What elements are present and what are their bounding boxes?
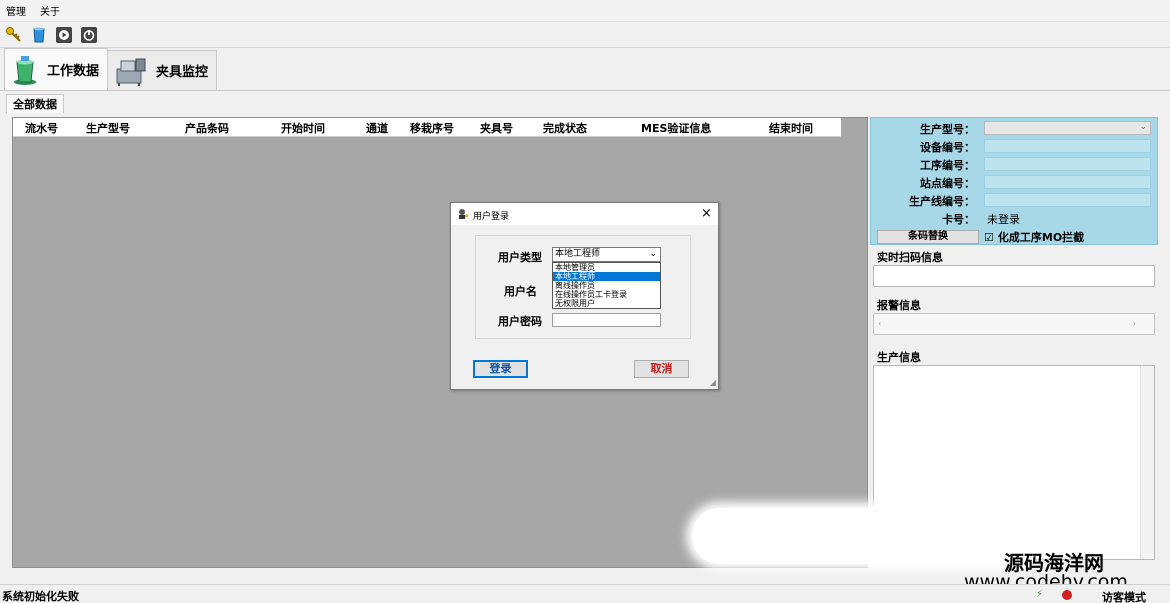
card-value: 未登录 xyxy=(987,213,1020,226)
scan-info-field[interactable] xyxy=(873,265,1155,287)
password-label: 用户密码 xyxy=(498,315,542,328)
info-row-model: 生产型号： ⌄ xyxy=(871,120,1159,137)
tab-all-data[interactable]: 全部数据 xyxy=(6,94,64,113)
right-panel: 生产型号： ⌄ 设备编号： 工序编号： 站点编号： 生产线编号： 卡号： 未登录… xyxy=(870,117,1158,568)
main-tab-strip: 工作数据 夹具监控 xyxy=(0,48,1170,91)
close-icon[interactable]: × xyxy=(701,206,712,221)
cancel-button[interactable]: 取消 xyxy=(634,360,689,378)
tab-fixture-monitor[interactable]: 夹具监控 xyxy=(107,50,218,90)
login-dialog: 用户登录 × 用户类型 本地工程师 ⌄ 本地管理员 本地工程师 离线操作员 在线… xyxy=(450,202,719,390)
redaction-blob xyxy=(692,508,1042,564)
line-field[interactable] xyxy=(984,193,1151,207)
status-bar: 系统初始化失败 ⚡ 访客模式 xyxy=(0,584,1170,603)
dropdown-option-selected[interactable]: 本地工程师 xyxy=(553,272,660,281)
scan-section-title: 实时扫码信息 xyxy=(877,251,943,264)
production-section-title: 生产信息 xyxy=(877,351,921,364)
info-box: 生产型号： ⌄ 设备编号： 工序编号： 站点编号： 生产线编号： 卡号： 未登录… xyxy=(870,117,1158,245)
card-label: 卡号： xyxy=(942,213,975,226)
password-field[interactable] xyxy=(552,313,661,327)
menu-about[interactable]: 关于 xyxy=(40,3,60,18)
dialog-title: 用户登录 xyxy=(473,212,510,222)
model-select[interactable]: ⌄ xyxy=(984,121,1151,135)
alarm-section-title: 报警信息 xyxy=(877,299,921,312)
dropdown-option[interactable]: 离线操作员 xyxy=(553,281,660,290)
column-header[interactable]: 开始时间 xyxy=(281,120,325,136)
login-button[interactable]: 登录 xyxy=(473,360,528,378)
status-indicator-icon xyxy=(1062,590,1072,600)
dropdown-option[interactable]: 本地管理员 xyxy=(553,263,660,272)
mo-intercept-toggle[interactable]: ☑ 化成工序MO拦截 xyxy=(984,229,1084,245)
info-row-line: 生产线编号： xyxy=(871,192,1159,209)
process-field[interactable] xyxy=(984,157,1151,171)
chevron-down-icon: ⌄ xyxy=(1139,122,1147,132)
toolbar xyxy=(0,22,1170,48)
mo-intercept-checkbox[interactable]: ☑ xyxy=(984,231,994,244)
dropdown-option[interactable]: 在线操作员工卡登录 xyxy=(553,290,660,299)
column-header[interactable]: 流水号 xyxy=(25,120,58,136)
info-row-process: 工序编号： xyxy=(871,156,1159,173)
username-label: 用户名 xyxy=(504,285,537,298)
mo-intercept-label: 化成工序MO拦截 xyxy=(997,231,1085,244)
menu-manage[interactable]: 管理 xyxy=(6,3,26,18)
resize-grip-icon[interactable]: ◢ xyxy=(710,378,716,387)
dropdown-option[interactable]: 无权限用户 xyxy=(553,299,660,308)
info-row-station: 站点编号： xyxy=(871,174,1159,191)
vertical-scrollbar[interactable] xyxy=(1140,366,1154,559)
power-icon[interactable] xyxy=(79,25,99,45)
column-header[interactable]: 生产型号 xyxy=(86,120,130,136)
connection-icon: ⚡ xyxy=(1036,589,1044,600)
device-label: 设备编号： xyxy=(920,141,975,154)
sub-tab-strip: 全部数据 xyxy=(6,94,64,113)
station-label: 站点编号： xyxy=(920,177,975,190)
column-header[interactable]: MES验证信息 xyxy=(641,120,711,136)
tab-work-data[interactable]: 工作数据 xyxy=(4,48,109,90)
scroll-right-icon[interactable]: › xyxy=(1133,319,1136,328)
column-header[interactable]: 移栽序号 xyxy=(410,120,454,136)
line-label: 生产线编号： xyxy=(909,195,975,208)
mode-label: 访客模式 xyxy=(1102,591,1146,603)
info-row-device: 设备编号： xyxy=(871,138,1159,155)
device-field[interactable] xyxy=(984,139,1151,153)
column-header[interactable]: 产品条码 xyxy=(185,120,229,136)
column-header[interactable]: 通道 xyxy=(366,120,388,136)
data-grid[interactable]: 流水号 生产型号 产品条码 开始时间 通道 移栽序号 夹具号 完成状态 MES验… xyxy=(12,117,868,568)
column-header[interactable]: 结束时间 xyxy=(769,120,813,136)
menu-bar: 管理 关于 xyxy=(0,0,1170,22)
fixture-icon xyxy=(116,58,146,86)
model-label: 生产型号： xyxy=(920,123,975,136)
scroll-left-icon[interactable]: ‹ xyxy=(878,319,881,328)
user-type-select[interactable]: 本地工程师 ⌄ xyxy=(552,247,661,262)
tab-fixture-monitor-label: 夹具监控 xyxy=(156,65,209,80)
grid-header: 流水号 生产型号 产品条码 开始时间 通道 移栽序号 夹具号 完成状态 MES验… xyxy=(13,118,841,137)
process-label: 工序编号： xyxy=(920,159,975,172)
column-header[interactable]: 夹具号 xyxy=(480,120,513,136)
column-header[interactable]: 完成状态 xyxy=(543,120,587,136)
station-field[interactable] xyxy=(984,175,1151,189)
database-icon[interactable] xyxy=(29,25,49,45)
barcode-replace-button[interactable]: 条码替换 xyxy=(877,230,979,244)
user-key-icon xyxy=(459,209,469,219)
dialog-titlebar[interactable]: 用户登录 × xyxy=(451,203,718,225)
key-icon[interactable] xyxy=(4,25,24,45)
user-type-dropdown-list: 本地管理员 本地工程师 离线操作员 在线操作员工卡登录 无权限用户 xyxy=(552,262,661,309)
chevron-down-icon: ⌄ xyxy=(649,249,657,259)
data-icon xyxy=(14,55,36,85)
user-type-label: 用户类型 xyxy=(498,251,542,264)
play-icon[interactable] xyxy=(54,25,74,45)
info-row-card: 卡号： 未登录 xyxy=(871,210,1159,227)
alarm-info-scroller[interactable]: ‹ › xyxy=(873,313,1155,335)
tab-work-data-label: 工作数据 xyxy=(47,64,100,79)
user-type-value: 本地工程师 xyxy=(555,249,601,259)
status-message: 系统初始化失败 xyxy=(2,590,79,603)
